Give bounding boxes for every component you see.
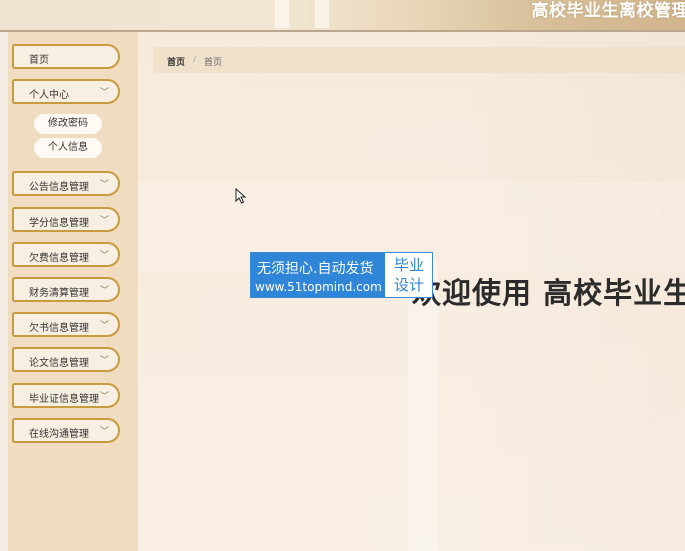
sidebar-item-label: 毕业证信息管理 <box>29 394 99 405</box>
page-left-edge <box>0 0 8 551</box>
sidebar-item-online-chat[interactable]: 在线沟通管理 ﹀ <box>12 418 120 443</box>
chevron-down-icon: ﹀ <box>99 251 109 261</box>
watermark-left: 无须担心.自动发货 www.51topmind.com <box>251 253 385 297</box>
chevron-down-icon: ﹀ <box>99 286 109 296</box>
sidebar-item-credit-management[interactable]: 学分信息管理 ﹀ <box>12 207 120 232</box>
header-decoration <box>275 0 289 28</box>
chevron-down-icon: ﹀ <box>99 356 109 366</box>
chevron-down-icon: ﹀ <box>99 216 109 226</box>
sidebar-item-finance-settlement[interactable]: 财务清算管理 ﹀ <box>12 277 120 302</box>
sidebar-item-owed-books[interactable]: 欠书信息管理 ﹀ <box>12 312 120 337</box>
breadcrumb: 首页 / 首页 <box>153 47 685 73</box>
chevron-down-icon: ﹀ <box>99 427 109 437</box>
sidebar-item-label: 财务清算管理 <box>29 288 89 299</box>
watermark-tag-line2: 设计 <box>393 276 424 294</box>
breadcrumb-home-link[interactable]: 首页 <box>167 55 185 68</box>
breadcrumb-separator: / <box>193 55 197 65</box>
welcome-heading: 欢迎使用 高校毕业生 <box>412 276 685 310</box>
sidebar-item-label: 首页 <box>29 55 49 66</box>
breadcrumb-current: 首页 <box>204 58 223 68</box>
sidebar-item-label: 个人中心 <box>29 90 69 101</box>
sidebar-item-label: 欠费信息管理 <box>29 253 89 264</box>
watermark-tag: 毕业 设计 <box>387 255 431 295</box>
watermark-banner: 无须担心.自动发货 www.51topmind.com 毕业 设计 <box>250 252 433 298</box>
sidebar-item-label: 公告信息管理 <box>29 182 89 193</box>
chevron-down-icon: ﹀ <box>99 321 109 331</box>
sidebar-item-arrears-management[interactable]: 欠费信息管理 ﹀ <box>12 242 120 267</box>
sidebar-item-personal-center[interactable]: 个人中心 ﹀ <box>12 79 120 104</box>
sidebar-item-label: 欠书信息管理 <box>29 323 89 334</box>
sidebar-item-label: 学分信息管理 <box>29 218 89 229</box>
sidebar-item-home[interactable]: 首页 <box>12 44 120 69</box>
sidebar-item-notice-management[interactable]: 公告信息管理 ﹀ <box>12 171 120 196</box>
sidebar-subitem-personal-info[interactable]: 个人信息 <box>34 138 102 158</box>
watermark-slogan: 无须担心.自动发货 <box>257 261 374 277</box>
header-decoration <box>315 0 329 28</box>
mouse-pointer-icon <box>235 188 247 204</box>
top-header: 高校毕业生离校管理 <box>0 0 685 32</box>
sidebar-item-thesis-management[interactable]: 论文信息管理 ﹀ <box>12 347 120 372</box>
chevron-down-icon: ﹀ <box>99 392 109 402</box>
sidebar-item-label: 在线沟通管理 <box>29 429 89 440</box>
chevron-down-icon: ﹀ <box>99 180 109 190</box>
sidebar: 首页 个人中心 ﹀ 修改密码 个人信息 公告信息管理 ﹀ 学分信息管理 ﹀ 欠费… <box>8 32 138 551</box>
chevron-down-icon: ﹀ <box>99 88 109 98</box>
sidebar-subitem-change-password[interactable]: 修改密码 <box>34 114 102 134</box>
watermark-tag-line1: 毕业 <box>393 256 424 274</box>
sidebar-item-diploma-management[interactable]: 毕业证信息管理 ﹀ <box>12 383 120 408</box>
app-title: 高校毕业生离校管理 <box>531 1 685 21</box>
sidebar-item-label: 论文信息管理 <box>29 358 89 369</box>
watermark-url: www.51topmind.com <box>255 280 382 294</box>
